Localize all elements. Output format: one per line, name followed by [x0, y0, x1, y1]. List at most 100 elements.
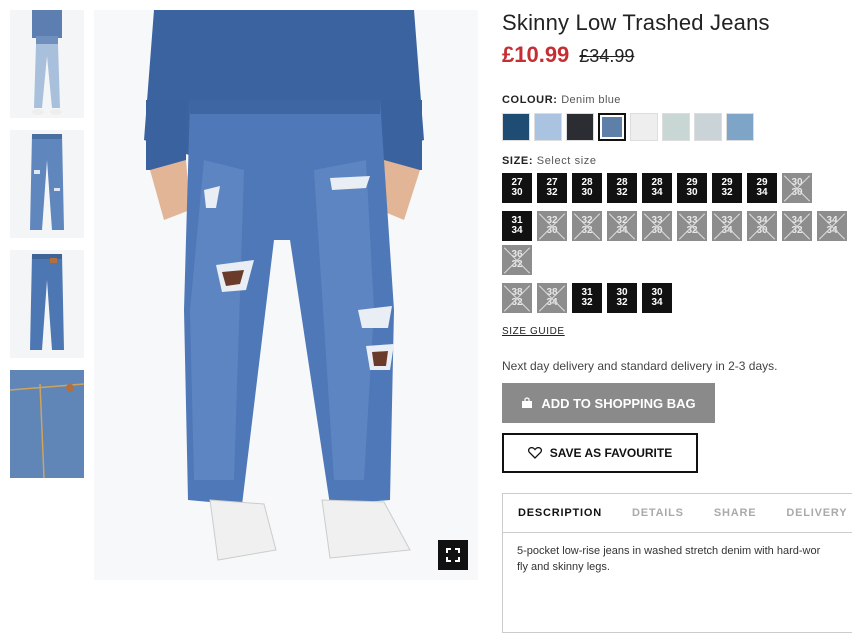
thumbnail-back-image	[30, 254, 64, 350]
tab-share[interactable]: SHARE	[699, 507, 772, 519]
size-length: 34	[511, 225, 523, 236]
description-line-1: 5-pocket low-rise jeans in washed stretc…	[517, 545, 821, 557]
size-option-unavailable[interactable]: 32 32	[572, 211, 602, 241]
size-option[interactable]: 31 34	[502, 211, 532, 241]
size-length: 32	[721, 187, 733, 198]
colour-swatch[interactable]	[534, 113, 562, 141]
size-option-unavailable[interactable]: 34 34	[817, 211, 847, 241]
size-option-unavailable[interactable]: 32 34	[607, 211, 637, 241]
size-length: 30	[651, 225, 663, 236]
size-option-unavailable[interactable]: 34 30	[747, 211, 777, 241]
size-length: 32	[791, 225, 803, 236]
colour-swatch[interactable]	[566, 113, 594, 141]
colour-swatch[interactable]	[598, 113, 626, 141]
size-guide-link[interactable]: SIZE GUIDE	[502, 326, 565, 337]
size-length: 32	[686, 225, 698, 236]
size-option[interactable]: 30 32	[607, 283, 637, 313]
size-length: 30	[511, 187, 523, 198]
heart-icon	[527, 447, 542, 459]
size-option[interactable]: 27 30	[502, 173, 532, 203]
size-length: 30	[791, 187, 803, 198]
colour-value: Denim blue	[561, 94, 621, 106]
colour-label: COLOUR:	[502, 94, 558, 106]
main-product-image[interactable]	[94, 10, 478, 580]
colour-label-row: COLOUR: Denim blue	[502, 94, 852, 106]
save-favourite-button[interactable]: SAVE AS FAVOURITE	[502, 433, 698, 473]
tab-details[interactable]: DETAILS	[617, 507, 699, 519]
colour-swatch-fill	[602, 117, 622, 137]
size-option[interactable]: 30 34	[642, 283, 672, 313]
colour-swatch[interactable]	[630, 113, 658, 141]
colour-swatch[interactable]	[694, 113, 722, 141]
price-row: £10.99 £34.99	[502, 42, 852, 68]
save-favourite-label: SAVE AS FAVOURITE	[549, 446, 673, 460]
tab-delivery[interactable]: DELIVERY	[771, 507, 852, 519]
size-option[interactable]: 28 32	[607, 173, 637, 203]
product-title: Skinny Low Trashed Jeans	[502, 10, 770, 35]
colour-swatch[interactable]	[662, 113, 690, 141]
size-option-unavailable[interactable]: 30 30	[782, 173, 812, 203]
size-length: 34	[756, 187, 768, 198]
size-grid: 27 30 27 32 28 30 28 32 28 34 29 30 29 32 29 34 30 30 31 34…	[502, 173, 852, 317]
thumbnail-model-image	[32, 10, 62, 115]
size-option-unavailable[interactable]: 32 30	[537, 211, 567, 241]
size-option-unavailable[interactable]: 34 32	[782, 211, 812, 241]
size-hint: Select size	[536, 155, 597, 167]
description-line-2: fly and skinny legs.	[517, 561, 610, 573]
size-length: 32	[581, 225, 593, 236]
size-length: 30	[581, 187, 593, 198]
size-option-unavailable[interactable]: 33 30	[642, 211, 672, 241]
size-length: 32	[511, 259, 523, 270]
size-option-unavailable[interactable]: 38 32	[502, 283, 532, 313]
size-length: 34	[616, 225, 628, 236]
size-length: 30	[686, 187, 698, 198]
size-option-unavailable[interactable]: 38 34	[537, 283, 567, 313]
size-option-unavailable[interactable]: 33 34	[712, 211, 742, 241]
colour-swatches	[502, 113, 852, 141]
size-option[interactable]: 29 32	[712, 173, 742, 203]
product-tabs: DESCRIPTION DETAILS SHARE DELIVERY 5-poc…	[502, 493, 852, 633]
product-photo	[94, 10, 478, 580]
size-length: 34	[721, 225, 733, 236]
thumbnail-front[interactable]	[10, 130, 84, 238]
size-option[interactable]: 29 30	[677, 173, 707, 203]
size-option-unavailable[interactable]: 36 32	[502, 245, 532, 275]
size-option[interactable]: 31 32	[572, 283, 602, 313]
size-option-unavailable[interactable]: 33 32	[677, 211, 707, 241]
tab-bar: DESCRIPTION DETAILS SHARE DELIVERY	[503, 494, 852, 533]
thumbnail-list	[10, 10, 84, 490]
add-to-bag-label: ADD TO SHOPPING BAG	[541, 395, 696, 411]
original-price: £34.99	[579, 46, 635, 66]
zoom-button[interactable]	[438, 540, 468, 570]
colour-swatch[interactable]	[726, 113, 754, 141]
size-length: 30	[756, 225, 768, 236]
colour-swatch[interactable]	[502, 113, 530, 141]
tab-description[interactable]: DESCRIPTION	[503, 507, 617, 519]
size-length: 34	[546, 297, 558, 308]
size-length: 34	[651, 297, 663, 308]
thumbnail-model-full[interactable]	[10, 10, 84, 118]
sale-price: £10.99	[502, 42, 570, 67]
size-length: 32	[616, 187, 628, 198]
size-length: 34	[651, 187, 663, 198]
size-option[interactable]: 27 32	[537, 173, 567, 203]
add-to-bag-button[interactable]: ADD TO SHOPPING BAG	[502, 383, 715, 423]
size-option[interactable]: 28 30	[572, 173, 602, 203]
zoom-icon	[446, 548, 460, 562]
description-text: 5-pocket low-rise jeans in washed stretc…	[503, 533, 852, 585]
size-length: 32	[511, 297, 523, 308]
size-length: 30	[546, 225, 558, 236]
size-label-row: SIZE: Select size	[502, 155, 852, 167]
size-length: 32	[546, 187, 558, 198]
size-option[interactable]: 29 34	[747, 173, 777, 203]
size-length: 32	[616, 297, 628, 308]
thumbnail-detail[interactable]	[10, 370, 84, 478]
thumbnail-back[interactable]	[10, 250, 84, 358]
thumbnail-front-image	[30, 134, 64, 230]
delivery-info: Next day delivery and standard delivery …	[502, 359, 778, 373]
product-info: Skinny Low Trashed Jeans £10.99 £34.99 C…	[502, 10, 852, 633]
size-length: 34	[826, 225, 838, 236]
size-option[interactable]: 28 34	[642, 173, 672, 203]
bag-icon	[522, 397, 533, 408]
size-label: SIZE:	[502, 155, 534, 167]
